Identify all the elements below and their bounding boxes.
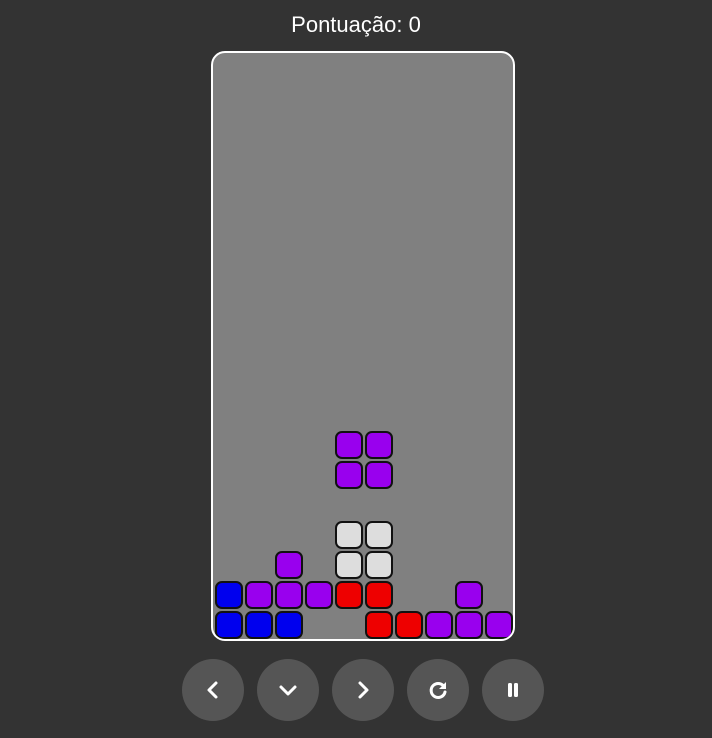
block-cell bbox=[455, 581, 483, 609]
block-cell bbox=[335, 461, 363, 489]
game-board bbox=[211, 51, 515, 641]
block-cell bbox=[275, 581, 303, 609]
control-bar bbox=[182, 659, 544, 721]
block-cell bbox=[425, 611, 453, 639]
pause-icon bbox=[508, 683, 518, 697]
block-cell bbox=[275, 611, 303, 639]
chevron-right-icon bbox=[358, 681, 369, 699]
block-cell bbox=[365, 551, 393, 579]
tetris-app: Pontuação: 0 bbox=[0, 0, 712, 738]
pause-button[interactable] bbox=[482, 659, 544, 721]
move-right-button[interactable] bbox=[332, 659, 394, 721]
move-left-button[interactable] bbox=[182, 659, 244, 721]
block-cell bbox=[455, 611, 483, 639]
block-cell bbox=[335, 431, 363, 459]
chevron-down-icon bbox=[279, 685, 297, 696]
chevron-left-icon bbox=[207, 681, 218, 699]
block-cell bbox=[365, 461, 393, 489]
score-display: Pontuação: 0 bbox=[291, 12, 421, 37]
block-cell bbox=[215, 581, 243, 609]
rotate-button[interactable] bbox=[407, 659, 469, 721]
block-cell bbox=[365, 431, 393, 459]
block-cell bbox=[395, 611, 423, 639]
block-cell bbox=[275, 551, 303, 579]
block-cell bbox=[215, 611, 243, 639]
block-cell bbox=[365, 611, 393, 639]
block-cell bbox=[245, 611, 273, 639]
block-cell bbox=[485, 611, 513, 639]
move-down-button[interactable] bbox=[257, 659, 319, 721]
block-cell bbox=[335, 551, 363, 579]
block-cell bbox=[335, 581, 363, 609]
block-cell bbox=[335, 521, 363, 549]
block-cell bbox=[365, 581, 393, 609]
block-cell bbox=[365, 521, 393, 549]
block-cell bbox=[245, 581, 273, 609]
rotate-icon bbox=[429, 682, 447, 699]
block-cell bbox=[305, 581, 333, 609]
